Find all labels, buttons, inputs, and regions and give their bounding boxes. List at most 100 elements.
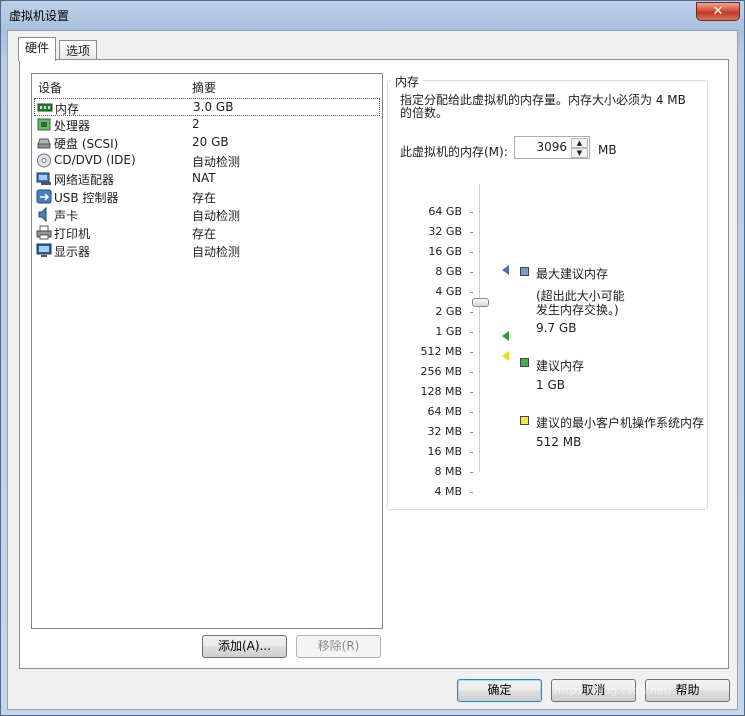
device-summary: 2 [192,117,200,131]
scale-tick [470,232,473,233]
scale-tick [470,492,473,493]
harddisk-icon [36,135,52,150]
slider-track[interactable] [479,184,480,472]
device-name: 声卡 [54,209,79,223]
list-item-cdrom[interactable]: CD/DVD (IDE) 自动检测 [34,152,380,170]
memory-unit: MB [598,143,617,157]
list-item-sound-card[interactable]: 声卡 自动检测 [34,206,380,224]
scale-label: 8 MB [434,465,462,478]
max-recommended-marker [502,265,509,275]
remove-device-button[interactable]: 移除(R) [296,635,381,658]
scale-tick [470,212,473,213]
recommended-legend-title: 建议内存 [536,359,585,373]
max-legend-title: 最大建议内存 [536,267,609,281]
device-summary: 存在 [192,191,217,205]
memory-group-title: 内存 [391,73,424,90]
title-bar[interactable]: 虚拟机设置 ✕ [1,1,745,31]
max-legend-value: 9.7 GB [536,321,577,335]
list-item-display[interactable]: 显示器 自动检测 [34,242,380,260]
cdrom-icon [36,153,52,168]
max-legend-swatch [520,267,529,276]
device-name: USB 控制器 [54,191,119,205]
scale-tick [470,352,473,353]
vm-settings-window: 虚拟机设置 ✕ 硬件 选项 设备 摘要 内存 3.0 GB 处理器 2 硬盘 (… [0,0,745,716]
list-item-printer[interactable]: 打印机 存在 [34,224,380,242]
scale-tick [470,312,473,313]
stepper-down-button[interactable]: ▼ [571,148,588,158]
tab-hardware[interactable]: 硬件 [18,37,57,61]
minimum-legend-swatch [520,416,529,425]
scale-label: 32 GB [428,225,462,238]
scale-label: 128 MB [420,385,462,398]
scale-label: 64 GB [428,205,462,218]
recommended-legend-value: 1 GB [536,378,565,392]
dialog-client-area: 硬件 选项 设备 摘要 内存 3.0 GB 处理器 2 硬盘 (SCSI) 20… [7,30,738,710]
scale-label: 4 GB [435,285,462,298]
memory-slider-thumb[interactable] [472,298,489,307]
processor-icon [36,117,52,132]
window-title: 虚拟机设置 [9,9,70,23]
add-device-button[interactable]: 添加(A)... [202,635,287,658]
scale-tick [470,392,473,393]
device-summary: 自动检测 [192,155,241,169]
scale-tick [470,412,473,413]
device-summary: 20 GB [192,135,229,149]
device-list[interactable]: 设备 摘要 内存 3.0 GB 处理器 2 硬盘 (SCSI) 20 GB CD… [31,73,383,629]
device-name: 显示器 [54,245,91,259]
scale-label: 512 MB [420,345,462,358]
device-summary: 3.0 GB [193,100,234,114]
scale-tick [470,292,473,293]
scale-tick [470,252,473,253]
device-summary: 存在 [192,227,217,241]
device-name: CD/DVD (IDE) [54,153,136,167]
device-name: 内存 [55,102,80,116]
recommended-marker [502,331,509,341]
scale-label: 8 GB [435,265,462,278]
scale-tick [470,472,473,473]
scale-label: 256 MB [420,365,462,378]
device-name: 打印机 [54,227,91,241]
network-adapter-icon [36,171,52,186]
memory-field-label: 此虚拟机的内存(M): [400,145,508,159]
scale-tick [470,432,473,433]
column-header-summary[interactable]: 摘要 [192,79,216,96]
column-header-device[interactable]: 设备 [38,79,62,96]
minimum-marker [502,351,509,361]
scale-tick [470,332,473,333]
list-item-memory[interactable]: 内存 3.0 GB [34,98,380,116]
ok-button[interactable]: 确定 [457,679,542,702]
memory-icon [37,100,53,115]
device-name: 处理器 [54,119,91,133]
stepper-up-button[interactable]: ▲ [571,138,588,148]
scale-label: 4 MB [434,485,462,498]
scale-tick [470,372,473,373]
recommended-legend-swatch [520,358,529,367]
minimum-legend-title: 建议的最小客户机操作系统内存 [536,416,705,430]
memory-value-input[interactable]: 3096 [536,140,567,154]
scale-tick [470,272,473,273]
device-name: 硬盘 (SCSI) [54,137,119,151]
scale-label: 1 GB [435,325,462,338]
scale-label: 16 MB [427,445,462,458]
display-icon [36,243,52,258]
memory-description: 指定分配给此虚拟机的内存量。内存大小必须为 4 MB 的倍数。 [400,93,686,120]
watermark-text: https://blog.csdn.net/... [554,684,683,697]
printer-icon [36,225,52,240]
scale-tick [470,452,473,453]
list-item-usb-controller[interactable]: USB 控制器 存在 [34,188,380,206]
hardware-panel: 设备 摘要 内存 3.0 GB 处理器 2 硬盘 (SCSI) 20 GB CD… [19,59,729,669]
scale-label: 32 MB [427,425,462,438]
list-item-harddisk[interactable]: 硬盘 (SCSI) 20 GB [34,134,380,152]
usb-icon [36,189,52,204]
device-summary: NAT [192,171,216,185]
scale-label: 64 MB [427,405,462,418]
memory-stepper[interactable]: 3096 ▲ ▼ [514,136,590,159]
list-item-network-adapter[interactable]: 网络适配器 NAT [34,170,380,188]
scale-label: 2 GB [435,305,462,318]
scale-label: 16 GB [428,245,462,258]
close-button[interactable]: ✕ [696,2,740,21]
sound-card-icon [36,206,52,223]
list-item-processor[interactable]: 处理器 2 [34,116,380,134]
device-name: 网络适配器 [54,173,115,187]
device-summary: 自动检测 [192,209,241,223]
